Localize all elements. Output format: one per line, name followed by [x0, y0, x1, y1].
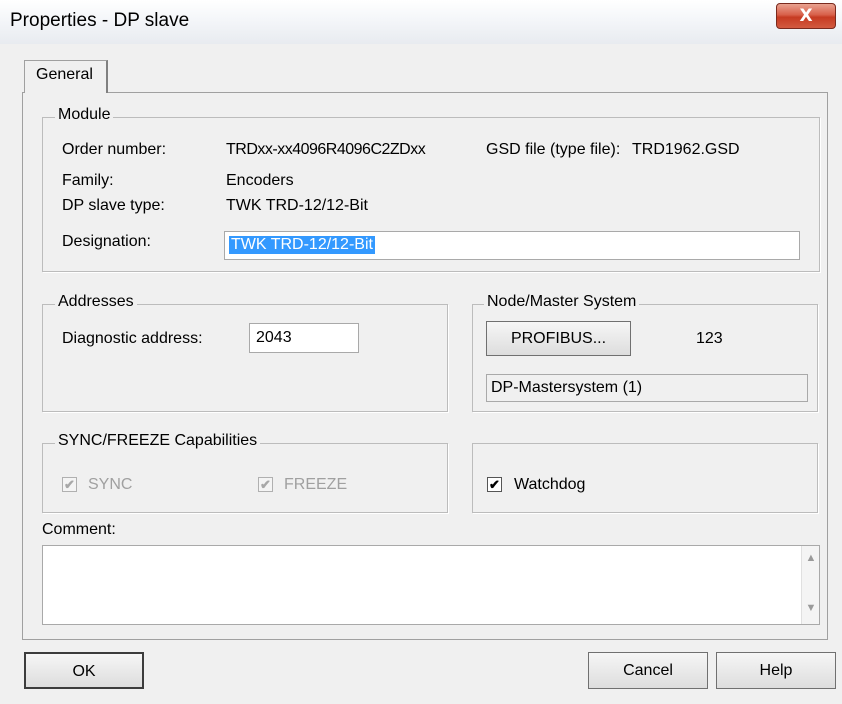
diagnostic-address-label: Diagnostic address: [62, 330, 203, 347]
close-icon: X [799, 6, 813, 26]
profibus-button[interactable]: PROFIBUS... [486, 321, 631, 356]
help-button[interactable]: Help [716, 652, 836, 689]
close-button[interactable]: X [776, 3, 836, 29]
order-number-value: TRDxx-xx4096R4096C2ZDxx [226, 141, 426, 158]
sync-check-icon: ✔ [64, 477, 75, 492]
watchdog-check-icon: ✔ [489, 477, 500, 492]
designation-input[interactable]: TWK TRD-12/12-Bit [224, 231, 800, 260]
addresses-group [42, 304, 448, 412]
module-legend: Module [55, 106, 114, 124]
order-number-label: Order number: [62, 141, 167, 158]
gsd-file-label: GSD file (type file): [486, 141, 621, 158]
designation-label: Designation: [62, 233, 151, 250]
family-value: Encoders [226, 172, 294, 189]
freeze-checkbox[interactable]: ✔ [258, 477, 273, 492]
diagnostic-address-input[interactable]: 2043 [249, 323, 359, 353]
ok-button[interactable]: OK [24, 652, 144, 689]
dp-slave-type-label: DP slave type: [62, 197, 165, 214]
cancel-button[interactable]: Cancel [588, 652, 708, 689]
scroll-up-icon[interactable]: ▲ [802, 552, 820, 564]
master-system-text: DP-Mastersystem (1) [491, 379, 643, 396]
tab-general-label: General [36, 66, 93, 83]
addresses-legend: Addresses [55, 293, 137, 311]
window-title: Properties - DP slave [10, 10, 190, 31]
sync-freeze-legend: SYNC/FREEZE Capabilities [55, 432, 261, 450]
diagnostic-address-text: 2043 [256, 329, 292, 346]
family-label: Family: [62, 172, 114, 189]
freeze-label: FREEZE [284, 476, 348, 493]
gsd-file-value: TRD1962.GSD [632, 141, 740, 158]
designation-input-text: TWK TRD-12/12-Bit [229, 236, 375, 254]
sync-checkbox[interactable]: ✔ [62, 477, 77, 492]
node-master-legend: Node/Master System [484, 293, 640, 311]
sync-label: SYNC [88, 476, 133, 493]
watchdog-label: Watchdog [514, 476, 586, 493]
comment-scrollbar[interactable]: ▲ ▼ [801, 546, 819, 624]
freeze-check-icon: ✔ [260, 477, 271, 492]
scroll-down-icon[interactable]: ▼ [802, 602, 820, 614]
master-system-field: DP-Mastersystem (1) [486, 374, 808, 402]
comment-textarea[interactable]: ▲ ▼ [42, 545, 820, 625]
profibus-address-value: 123 [696, 330, 723, 347]
comment-label: Comment: [42, 521, 116, 538]
watchdog-checkbox[interactable]: ✔ [487, 477, 502, 492]
dp-slave-type-value: TWK TRD-12/12-Bit [226, 197, 368, 214]
